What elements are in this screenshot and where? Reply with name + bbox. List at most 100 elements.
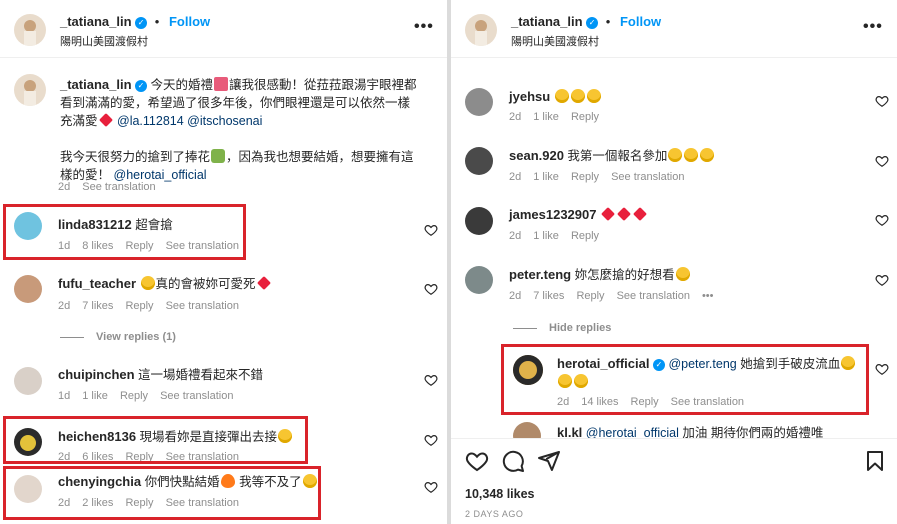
comment-username[interactable]: peter.teng — [509, 267, 571, 282]
comment-row: chuipinchen 這一場婚禮看起來不錯 — [58, 366, 263, 384]
reply-button[interactable]: Reply — [571, 111, 599, 123]
red-heart-emoji-icon — [601, 207, 615, 221]
share-send-icon[interactable] — [537, 449, 561, 473]
heart-eyes-emoji-icon — [700, 148, 715, 162]
clap-emoji-icon — [586, 89, 601, 103]
commenter-avatar[interactable] — [465, 207, 493, 235]
like-heart-icon[interactable] — [424, 282, 438, 296]
verified-badge-icon: ✓ — [586, 17, 599, 29]
like-heart-icon[interactable] — [424, 223, 438, 237]
like-heart-icon[interactable] — [875, 362, 889, 376]
follow-button[interactable]: Follow — [620, 14, 661, 29]
heart-eyes-emoji-icon — [668, 148, 683, 162]
comment-username[interactable]: fufu_teacher — [58, 276, 136, 291]
caption-username[interactable]: _tatiana_lin — [60, 77, 132, 92]
highlight-box — [3, 204, 246, 260]
see-translation-link[interactable]: See translation — [82, 181, 155, 193]
likes-count[interactable]: 10,348 likes — [465, 487, 535, 501]
commenter-avatar[interactable] — [465, 88, 493, 116]
comment-meta: 1d 1 like Reply See translation — [58, 390, 234, 402]
like-heart-icon[interactable] — [424, 373, 438, 387]
red-heart-emoji-icon — [633, 207, 647, 221]
laughing-emoji-icon — [140, 276, 155, 290]
commenter-avatar[interactable] — [465, 147, 493, 175]
more-options-icon[interactable]: ••• — [863, 18, 883, 36]
comment-row: peter.teng 妳怎麼搶的好想看 — [509, 266, 691, 284]
like-heart-icon[interactable] — [424, 480, 438, 494]
comment-username[interactable]: jyehsu — [509, 89, 550, 104]
left-post-panel: _tatiana_lin ✓ • Follow 陽明山美國渡假村 ••• _ta… — [0, 0, 447, 524]
comment-meta: 2d 1 like Reply See translation — [509, 171, 685, 183]
comment-username[interactable]: sean.920 — [509, 148, 564, 163]
more-options-icon[interactable]: ••• — [414, 18, 434, 36]
like-heart-icon[interactable] — [465, 449, 489, 473]
comment-bubble-icon[interactable] — [501, 449, 525, 473]
mention-link[interactable]: @herotai_official — [114, 168, 207, 182]
see-translation-link[interactable]: See translation — [617, 290, 690, 302]
like-heart-icon[interactable] — [875, 154, 889, 168]
author-username[interactable]: _tatiana_lin — [511, 14, 583, 29]
heart-eyes-emoji-icon — [684, 148, 699, 162]
comment-meta: 2d 7 likes Reply See translation — [58, 300, 239, 312]
comment-text: 這一場婚禮看起來不錯 — [138, 368, 264, 382]
highlight-box — [3, 466, 321, 520]
like-heart-icon[interactable] — [875, 273, 889, 287]
comment-meta: 2d 1 like Reply — [509, 111, 600, 123]
post-caption: _tatiana_lin ✓ 今天的婚禮 讓我很感動！從菈菈跟湯宇眼裡都 看到滿滿… — [60, 77, 417, 182]
comment-text: 真的會被妳可愛死 — [155, 277, 256, 291]
comment-text: 我第一個報名參加 — [567, 149, 668, 163]
post-action-bar: 10,348 likes 2 DAYS AGO — [451, 438, 897, 524]
see-translation-link[interactable]: See translation — [611, 171, 684, 183]
comment-text: 妳怎麼搶的好想看 — [574, 268, 675, 282]
like-heart-icon[interactable] — [424, 433, 438, 447]
clap-emoji-icon — [554, 89, 569, 103]
caption-author-avatar[interactable] — [14, 74, 46, 106]
commenter-avatar[interactable] — [465, 266, 493, 294]
view-replies-button[interactable]: View replies (1) — [60, 331, 188, 343]
author-avatar[interactable] — [465, 14, 497, 46]
comment-row: james1232907 — [509, 206, 648, 224]
clap-emoji-icon — [570, 89, 585, 103]
post-location[interactable]: 陽明山美國渡假村 — [60, 33, 148, 49]
red-heart-emoji-icon — [617, 207, 631, 221]
follow-button[interactable]: Follow — [169, 14, 210, 29]
red-heart-emoji-icon — [98, 113, 113, 127]
bookmark-save-icon[interactable] — [863, 449, 887, 473]
post-location[interactable]: 陽明山美國渡假村 — [511, 33, 599, 49]
caption-meta: 2d See translation — [58, 181, 168, 193]
wedding-emoji-icon — [214, 77, 229, 91]
see-translation-link[interactable]: See translation — [166, 300, 239, 312]
comment-meta: 2d 7 likes Reply See translation ••• — [509, 290, 714, 302]
post-header: _tatiana_lin ✓ • Follow 陽明山美國渡假村 ••• — [451, 0, 897, 58]
author-username[interactable]: _tatiana_lin — [60, 14, 132, 29]
hide-replies-button[interactable]: Hide replies — [513, 322, 623, 334]
comment-time[interactable]: 2d — [58, 181, 70, 193]
like-heart-icon[interactable] — [875, 213, 889, 227]
verified-badge-icon: ✓ — [135, 80, 148, 92]
comment-username[interactable]: james1232907 — [509, 207, 596, 222]
like-heart-icon[interactable] — [875, 94, 889, 108]
reply-button[interactable]: Reply — [576, 290, 604, 302]
red-heart-emoji-icon — [256, 276, 271, 290]
bouquet-emoji-icon — [211, 149, 226, 163]
commenter-avatar[interactable] — [14, 275, 42, 303]
comment-meta: 2d 1 like Reply — [509, 230, 600, 242]
reply-button[interactable]: Reply — [125, 300, 153, 312]
comment-row: sean.920 我第一個報名參加 — [509, 147, 715, 165]
comment-more-icon[interactable]: ••• — [702, 290, 714, 302]
see-translation-link[interactable]: See translation — [160, 390, 233, 402]
author-avatar[interactable] — [14, 14, 46, 46]
post-header: _tatiana_lin ✓ • Follow 陽明山美國渡假村 ••• — [0, 0, 447, 58]
right-post-panel: _tatiana_lin ✓ • Follow 陽明山美國渡假村 ••• jye… — [451, 0, 897, 524]
mention-link[interactable]: @la.112814 — [117, 114, 184, 128]
commenter-avatar[interactable] — [14, 367, 42, 395]
reply-button[interactable]: Reply — [571, 230, 599, 242]
verified-badge-icon: ✓ — [135, 17, 148, 29]
comment-username[interactable]: chuipinchen — [58, 367, 135, 382]
mention-link[interactable]: @itschosenai — [187, 114, 262, 128]
reply-button[interactable]: Reply — [571, 171, 599, 183]
post-timestamp[interactable]: 2 DAYS AGO — [465, 509, 523, 519]
reply-button[interactable]: Reply — [120, 390, 148, 402]
comment-row: fufu_teacher 真的會被妳可愛死 — [58, 275, 272, 293]
highlight-box — [3, 416, 308, 464]
